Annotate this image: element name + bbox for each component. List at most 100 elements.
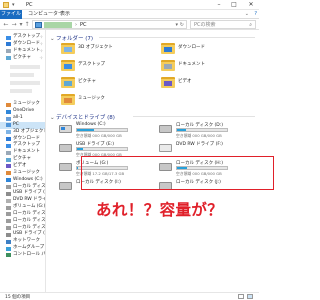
drive-tile[interactable]: ローカル ディスク (D:) 空き領域 000 GB/000 GB (157, 122, 237, 138)
sidebar-item-label: DVD RW ドライブ (F:) (13, 197, 45, 203)
sidebar-item[interactable]: ミュージック (0, 170, 45, 177)
drive-icon (6, 226, 11, 231)
sidebar-item-label: all-1 (13, 115, 23, 121)
sidebar-item-label: ビデオ (13, 162, 27, 168)
redacted-path (44, 22, 72, 28)
drives-group-header[interactable]: ⌄デバイスとドライブ (8) (50, 113, 115, 121)
free-space-text: 空き領域 000 GB/000 GB (176, 133, 222, 138)
folder-tile[interactable]: デスクトップ (57, 59, 107, 75)
sidebar-item-label: Windows (C:) (13, 176, 43, 182)
sidebar-item[interactable]: ダウンロード ⊹ (0, 41, 45, 48)
network-icon (6, 239, 11, 244)
sidebar-item[interactable]: ローカル ディスク (I:) (0, 218, 45, 225)
sidebar-item[interactable]: デスクトップ (0, 142, 45, 149)
folder-tile[interactable]: ビデオ (157, 76, 207, 92)
capacity-bar-fill (77, 148, 83, 150)
redacted-sidebar-area (0, 61, 45, 101)
pin-icon[interactable]: ⊹ (40, 48, 43, 55)
tab-file[interactable]: ファイル (0, 10, 22, 19)
ribbon-tabs: ファイル コンピューター 表示 ⌄ ? (0, 10, 259, 19)
sidebar-item-label: デスクトップ (13, 34, 40, 39)
capacity-bar (176, 128, 228, 132)
sidebar-item[interactable]: 3D オブジェクト (0, 129, 45, 136)
address-dropdown-icon[interactable]: ▾ (175, 21, 178, 29)
sidebar-item[interactable]: ドキュメント ⊹ (0, 48, 45, 55)
drive-tile[interactable]: USB ドライブ (E:) 空き領域 000 GB/000 GB (57, 141, 137, 157)
free-space-text: 空き領域 000 GB/000 GB (76, 133, 122, 138)
capacity-bar-fill (77, 129, 94, 131)
folders-group-header[interactable]: ⌄フォルダー (7) (50, 34, 93, 42)
annotation-text: あれ！？容量が？ (96, 201, 224, 219)
drive-icon (59, 163, 72, 171)
maximize-icon[interactable]: □ (228, 1, 240, 9)
sidebar-item[interactable]: ピクチャ ⊹ (0, 55, 45, 62)
desktop-icon (6, 35, 11, 40)
sidebar-item-label: ミュージック (13, 169, 40, 175)
folder-label: ダウンロード (178, 45, 205, 50)
title-bar: ▾ PC – □ ✕ (0, 0, 259, 10)
sidebar-item[interactable]: ボリューム (G:) (0, 204, 45, 211)
back-icon[interactable]: ← (2, 20, 10, 29)
document-icon (6, 49, 11, 54)
large-icons-view-icon[interactable] (247, 294, 253, 299)
folder-tile[interactable]: ダウンロード (157, 42, 207, 58)
folder-label: ビデオ (178, 79, 192, 84)
sidebar-item-label: ピクチャ (13, 156, 31, 162)
sidebar-item-label: デスクトップ (13, 142, 40, 148)
tab-computer[interactable]: コンピューター (28, 10, 63, 19)
folder-label: ミュージック (78, 96, 105, 101)
desktop-icon (6, 143, 11, 148)
sidebar-item-label: ホームグループ (13, 245, 45, 251)
search-box[interactable]: PCの検索 ⌕ (190, 20, 256, 29)
sidebar-item[interactable]: ホームグループ (0, 245, 45, 252)
drive-icon (6, 185, 11, 189)
usb-drive-icon (6, 191, 11, 196)
download-icon (161, 43, 175, 54)
minimize-icon[interactable]: – (213, 1, 225, 9)
dvd-drive-icon (159, 144, 172, 152)
music-icon (6, 171, 11, 176)
close-icon[interactable]: ✕ (245, 1, 257, 9)
help-icon[interactable]: ? (254, 11, 257, 17)
pc-icon (35, 22, 42, 28)
drive-tile[interactable]: Windows (C:) 空き領域 000 GB/000 GB (57, 122, 137, 138)
drive-label: DVD RW ドライブ (F:) (176, 142, 223, 147)
ribbon-expand-icon[interactable]: ⌄ (245, 11, 249, 17)
refresh-icon[interactable]: ↻ (180, 21, 184, 29)
details-view-icon[interactable] (238, 294, 244, 299)
drive-tile[interactable]: DVD RW ドライブ (F:) (157, 141, 237, 157)
tab-view[interactable]: 表示 (60, 10, 70, 19)
qa-dropdown-icon[interactable]: ▾ (12, 2, 15, 8)
drive-icon (159, 125, 172, 133)
sidebar-item[interactable]: all-1 (0, 115, 45, 122)
item-count: 15 個の項目 (5, 295, 31, 300)
3d-objects-icon (61, 43, 75, 54)
sidebar-item[interactable]: コントロール パネル (0, 252, 45, 259)
folder-tile[interactable]: ミュージック (57, 93, 107, 109)
path-text: PC (80, 22, 87, 28)
capacity-bar-fill (177, 129, 186, 131)
sidebar-item[interactable]: デスクトップ ⊹ (0, 34, 45, 41)
folder-tile[interactable]: ピクチャ (57, 76, 107, 92)
pin-icon[interactable]: ⊹ (40, 55, 43, 62)
address-bar[interactable]: › PC ▾ ↻ (32, 20, 187, 29)
capacity-bar-fill (77, 167, 78, 169)
sidebar-item-label: ローカル ディスク (H:) (13, 210, 46, 216)
capacity-bar (76, 128, 128, 132)
folder-tile[interactable]: 3D オブジェクト (57, 42, 113, 58)
sidebar-item[interactable]: PC (0, 121, 45, 129)
pin-icon[interactable]: ⊹ (40, 34, 43, 41)
sidebar-item[interactable]: DVD RW ドライブ (F:) (0, 197, 45, 204)
sidebar-item-label: 3D オブジェクト (13, 128, 46, 134)
quick-access-folder-icon[interactable] (3, 2, 9, 8)
sidebar-item[interactable]: ピクチャ (0, 156, 45, 163)
up-icon[interactable]: ↑ (23, 20, 31, 29)
sidebar-item[interactable]: Windows (C:) (0, 177, 45, 184)
picture-icon (6, 157, 11, 162)
sidebar-item-label: ピクチャ (13, 54, 31, 60)
sidebar-item[interactable]: ローカル ディスク (H:) (0, 211, 45, 218)
sidebar-item[interactable]: ビデオ (0, 163, 45, 170)
video-icon (161, 77, 175, 88)
pin-icon[interactable]: ⊹ (40, 41, 43, 48)
folder-tile[interactable]: ドキュメント (157, 59, 207, 75)
